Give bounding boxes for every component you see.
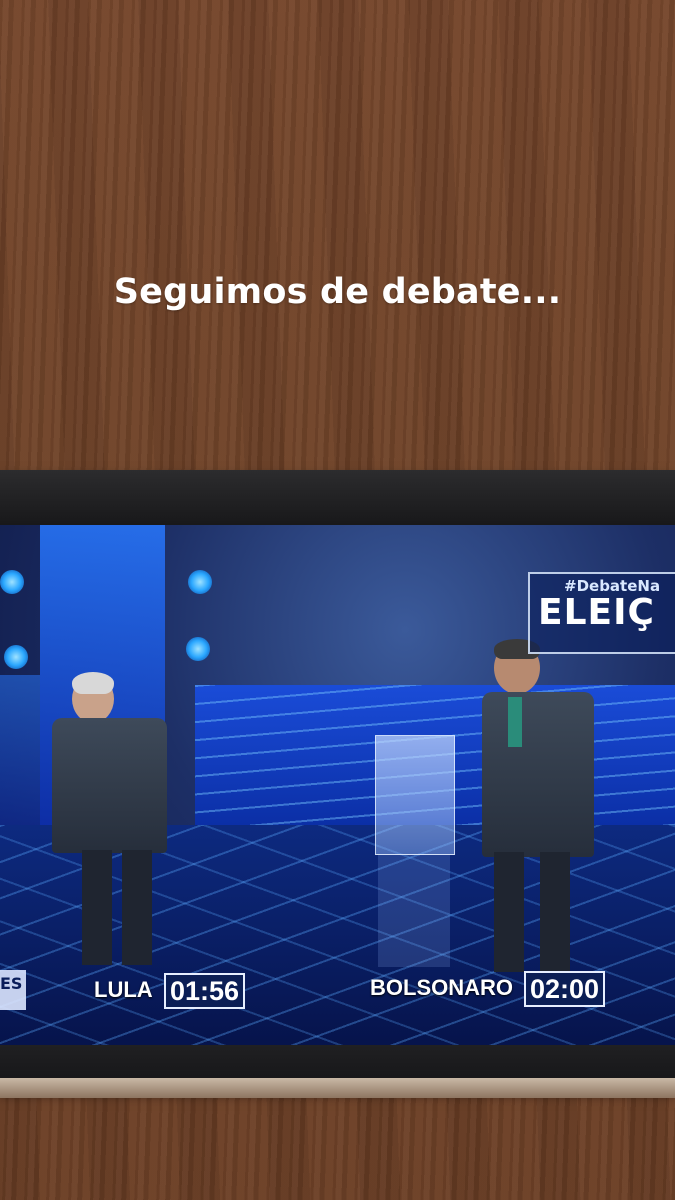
timer-lula: 01:56 — [164, 973, 246, 1009]
hair — [72, 672, 114, 694]
candidate-left-figure — [50, 670, 190, 970]
podium-reflection — [378, 855, 450, 967]
story-caption: Seguimos de debate... — [113, 272, 562, 312]
candidate-name-bolsonaro: BOLSONARO — [370, 975, 513, 1000]
timer-bolsonaro: 02:00 — [524, 971, 606, 1007]
tv-top-bezel — [0, 470, 675, 525]
leg — [494, 852, 524, 972]
corner-tag: ES — [0, 970, 26, 1010]
logo-word: ELEIÇ — [538, 592, 655, 633]
leg — [122, 850, 152, 965]
spotlight-icon — [188, 570, 212, 594]
podium — [375, 735, 455, 855]
tie — [508, 697, 522, 747]
shelf-edge — [0, 1078, 675, 1098]
spotlight-icon — [186, 637, 210, 661]
suit — [482, 692, 594, 857]
spotlight-icon — [4, 645, 28, 669]
leg — [540, 852, 570, 972]
tv-screen: #DebateNa ELEIÇ ES LULA 01:56 BOLSONARO … — [0, 525, 675, 1050]
spotlight-icon — [0, 570, 24, 594]
debate-logo: #DebateNa ELEIÇ — [528, 572, 675, 654]
led-panel-edge — [0, 675, 40, 825]
candidate-name-lula: LULA — [94, 977, 153, 1002]
candidate-right-figure — [480, 637, 600, 977]
leg — [82, 850, 112, 965]
suit — [52, 718, 167, 853]
